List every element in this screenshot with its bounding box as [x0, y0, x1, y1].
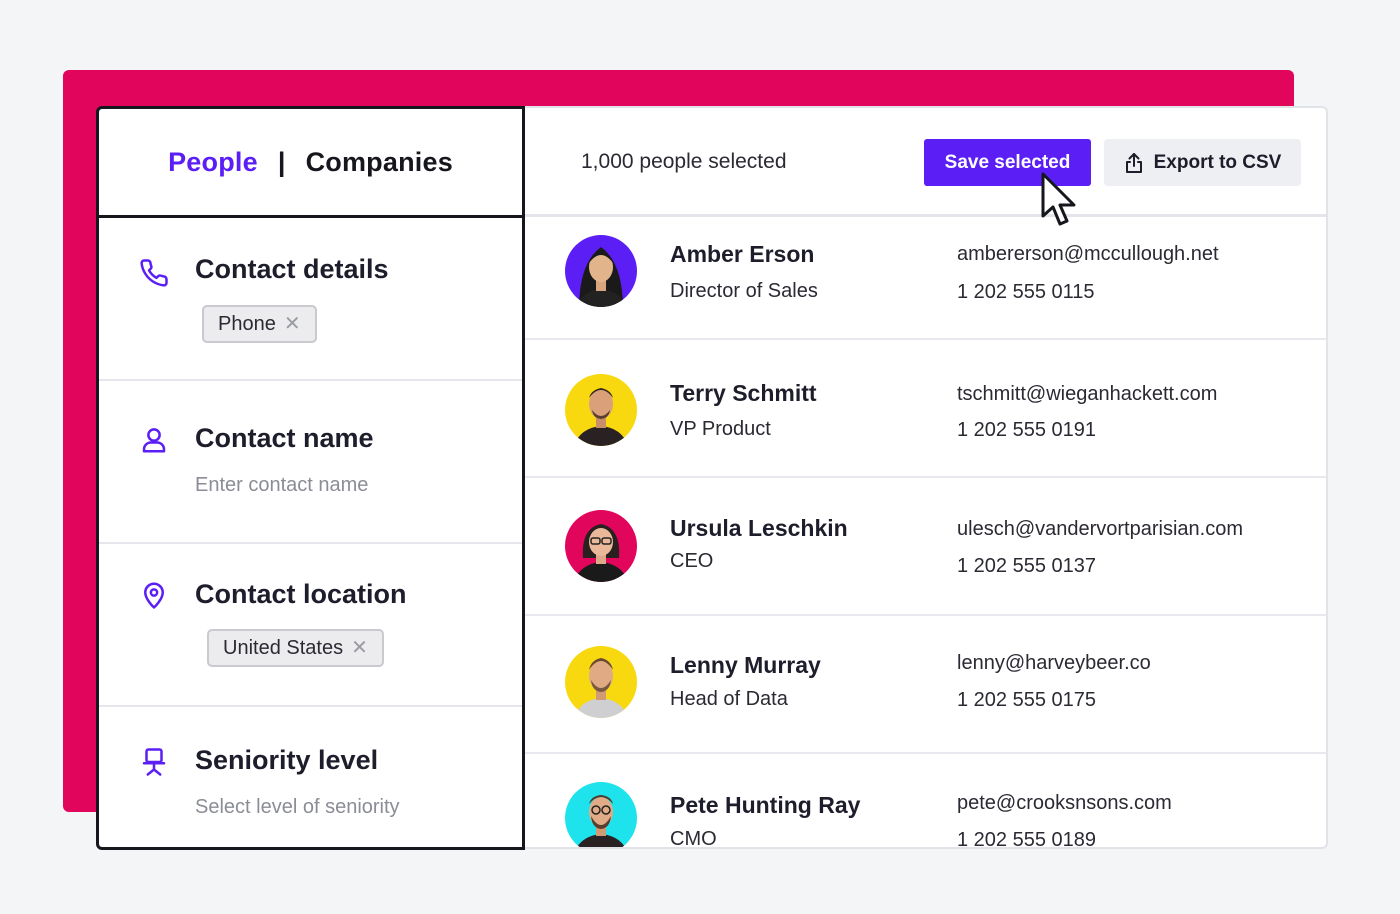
person-name[interactable]: Terry Schmitt [670, 380, 817, 407]
person-phone[interactable]: 1 202 555 0191 [957, 419, 1096, 442]
person-email[interactable]: ulesch@vandervortparisian.com [957, 518, 1243, 541]
chip-label: Phone [218, 312, 276, 335]
user-icon [142, 428, 166, 453]
person-row[interactable]: Pete Hunting Ray CMO pete@crooksnsons.co… [521, 754, 1326, 849]
person-title: CEO [670, 550, 714, 572]
filter-chip[interactable]: United States ✕ [207, 629, 384, 667]
export-label: Export to CSV [1153, 151, 1282, 173]
person-email[interactable]: lenny@harveybeer.co [957, 652, 1151, 675]
seniority-select[interactable]: Select level of seniority [195, 796, 400, 819]
share-icon [1125, 152, 1142, 173]
avatar [565, 510, 637, 582]
results-toolbar: 1,000 people selected Save selected Expo… [521, 108, 1326, 217]
person-phone[interactable]: 1 202 555 0189 [957, 829, 1096, 847]
person-phone[interactable]: 1 202 555 0137 [957, 555, 1096, 578]
avatar [565, 374, 637, 446]
export-csv-button[interactable]: Export to CSV [1104, 139, 1301, 186]
tab-people[interactable]: People [168, 147, 258, 178]
person-email[interactable]: tschmitt@wieganhackett.com [957, 383, 1217, 406]
filter-contact-location[interactable]: Contact location United States ✕ [99, 544, 522, 707]
filter-seniority-level[interactable]: Seniority level Select level of seniorit… [99, 707, 522, 847]
filter-contact-name[interactable]: Contact name Enter contact name [99, 381, 522, 544]
selected-count: 1,000 people selected [581, 150, 787, 173]
mouse-cursor-icon [1041, 172, 1076, 226]
person-title: Director of Sales [670, 280, 818, 302]
person-name[interactable]: Lenny Murray [670, 652, 821, 679]
filter-title: Contact location [195, 579, 407, 609]
results-panel: 1,000 people selected Save selected Expo… [521, 106, 1328, 849]
avatar [565, 235, 637, 307]
avatar [565, 646, 637, 718]
person-row[interactable]: Ursula Leschkin CEO ulesch@vandervortpar… [521, 478, 1326, 616]
filter-title: Contact details [195, 254, 389, 284]
filter-title: Contact name [195, 423, 374, 453]
filter-chip[interactable]: Phone ✕ [202, 305, 317, 343]
close-icon[interactable]: ✕ [284, 314, 301, 334]
person-title: Head of Data [670, 688, 788, 710]
tab-separator: | [277, 146, 286, 177]
person-row[interactable]: Lenny Murray Head of Data lenny@harveybe… [521, 616, 1326, 754]
person-name[interactable]: Pete Hunting Ray [670, 792, 860, 819]
filter-title: Seniority level [195, 745, 379, 775]
person-title: CMO [670, 828, 717, 849]
person-row[interactable]: Terry Schmitt VP Product tschmitt@wiegan… [521, 340, 1326, 478]
tab-companies[interactable]: Companies [306, 147, 453, 178]
view-tabs: People | Companies [99, 109, 522, 218]
person-email[interactable]: pete@crooksnsons.com [957, 792, 1172, 815]
contact-name-input[interactable]: Enter contact name [195, 474, 368, 497]
chip-label: United States [223, 636, 344, 659]
person-title: VP Product [670, 418, 771, 440]
person-name[interactable]: Amber Erson [670, 241, 814, 268]
map-pin-icon [144, 582, 164, 609]
filter-contact-details[interactable]: Contact details Phone ✕ [99, 218, 522, 381]
person-phone[interactable]: 1 202 555 0175 [957, 689, 1096, 712]
phone-icon [140, 259, 168, 287]
close-icon[interactable]: ✕ [351, 638, 368, 658]
chair-icon [142, 748, 166, 776]
filter-panel: People | Companies Contact details Phone… [96, 106, 525, 850]
person-row[interactable]: Amber Erson Director of Sales ambererson… [521, 217, 1326, 340]
person-email[interactable]: ambererson@mccullough.net [957, 243, 1219, 266]
person-name[interactable]: Ursula Leschkin [670, 515, 848, 542]
avatar [565, 782, 637, 847]
person-phone[interactable]: 1 202 555 0115 [957, 281, 1095, 304]
